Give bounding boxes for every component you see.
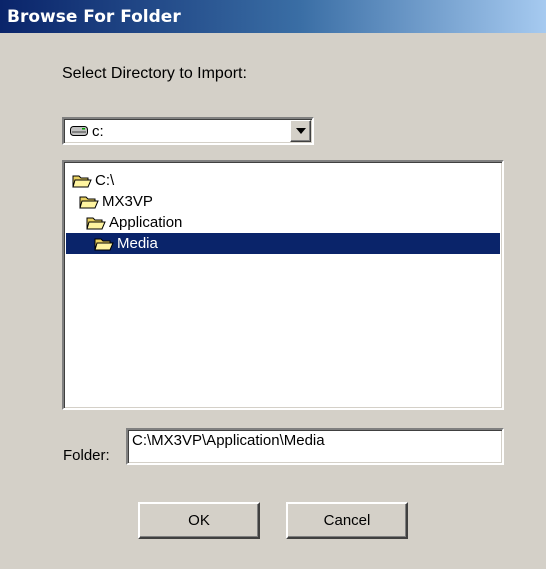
- title-bar[interactable]: Browse For Folder: [0, 0, 546, 33]
- select-directory-prompt: Select Directory to Import:: [62, 65, 247, 82]
- tree-item-mx3vp[interactable]: MX3VP: [79, 191, 153, 212]
- window-title: Browse For Folder: [7, 7, 181, 27]
- folder-tree[interactable]: C:\ MX3VP Application Media: [62, 160, 504, 410]
- drive-select[interactable]: c:: [62, 117, 314, 145]
- tree-item-label: Media: [117, 235, 158, 252]
- tree-item-label: C:\: [95, 172, 115, 189]
- tree-item-media[interactable]: Media: [66, 233, 500, 254]
- open-folder-icon: [72, 173, 92, 189]
- tree-item-c-drive[interactable]: C:\: [72, 170, 114, 191]
- tree-item-label: Application: [109, 214, 183, 231]
- chevron-down-icon: [296, 128, 306, 134]
- drive-icon: [70, 124, 88, 142]
- drive-select-value: c:: [92, 123, 104, 140]
- folder-path-value: C:\MX3VP\Application\Media: [132, 432, 325, 449]
- folder-label: Folder:: [63, 447, 110, 464]
- tree-item-label: MX3VP: [102, 193, 153, 210]
- open-folder-icon: [86, 215, 106, 231]
- open-folder-icon: [94, 236, 114, 252]
- cancel-button[interactable]: Cancel: [286, 502, 408, 539]
- folder-path-input[interactable]: C:\MX3VP\Application\Media: [126, 428, 504, 465]
- drive-select-dropdown-button[interactable]: [290, 120, 311, 142]
- ok-button[interactable]: OK: [138, 502, 260, 539]
- open-folder-icon: [79, 194, 99, 210]
- tree-item-application[interactable]: Application: [86, 212, 182, 233]
